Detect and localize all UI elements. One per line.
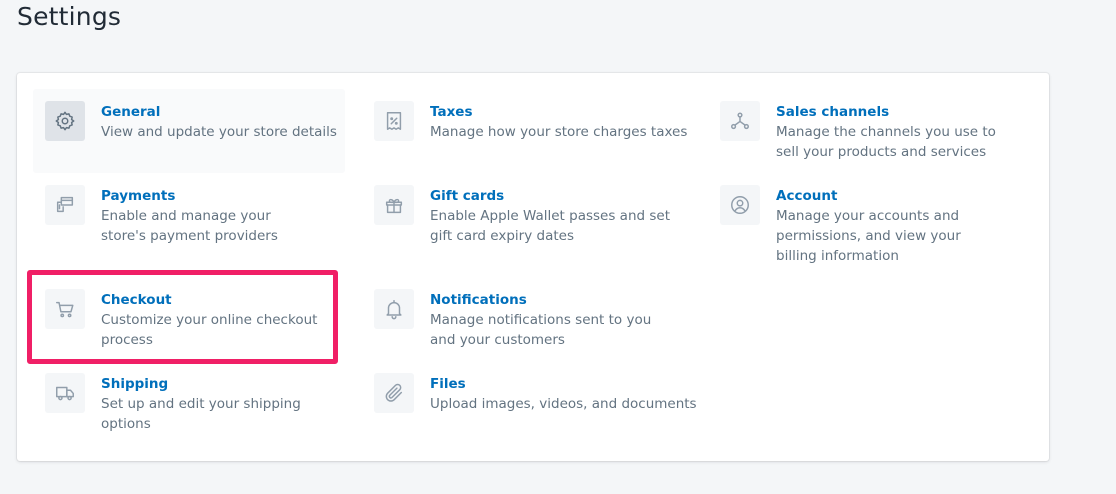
gift-icon [374,185,414,225]
settings-item-checkout[interactable]: Checkout Customize your online checkout … [33,277,345,361]
channels-icon [720,101,760,141]
settings-item-gift-cards[interactable]: Gift cards Enable Apple Wallet passes an… [362,173,692,277]
item-title: Shipping [101,376,169,392]
item-description: Enable and manage your store's payment p… [101,208,278,244]
truck-icon [45,373,85,413]
receipt-percent-icon [374,101,414,141]
item-title: Files [430,376,466,392]
payments-icon [45,185,85,225]
cart-icon [45,289,85,329]
gear-icon [45,101,85,141]
item-title: Checkout [101,292,172,308]
item-description: Enable Apple Wallet passes and set gift … [430,208,671,244]
item-title: General [101,104,161,120]
item-title: Notifications [430,292,527,308]
bell-icon [374,289,414,329]
settings-item-payments[interactable]: Payments Enable and manage your store's … [33,173,345,277]
settings-card: General View and update your store detai… [17,73,1049,461]
settings-item-sales-channels[interactable]: Sales channels Manage the channels you u… [708,89,1038,173]
item-title: Taxes [430,104,473,120]
item-description: Manage your accounts and permissions, an… [776,208,961,264]
item-description: Customize your online checkout process [101,312,318,348]
item-title: Payments [101,188,176,204]
item-description: Set up and edit your shipping options [101,396,301,432]
item-description: Manage notifications sent to you and you… [430,312,652,348]
item-title: Account [776,188,838,204]
item-description: View and update your store details [101,124,337,140]
settings-item-taxes[interactable]: Taxes Manage how your store charges taxe… [362,89,692,173]
profile-icon [720,185,760,225]
page-title: Settings [17,2,122,31]
settings-item-account[interactable]: Account Manage your accounts and permiss… [708,173,1038,277]
item-description: Manage the channels you use to sell your… [776,124,996,160]
settings-item-general[interactable]: General View and update your store detai… [33,89,345,173]
settings-item-shipping[interactable]: Shipping Set up and edit your shipping o… [33,361,345,445]
settings-item-files[interactable]: Files Upload images, videos, and documen… [362,361,697,445]
item-description: Upload images, videos, and documents [430,396,697,412]
item-title: Sales channels [776,104,890,120]
item-description: Manage how your store charges taxes [430,124,688,140]
item-title: Gift cards [430,188,505,204]
settings-item-notifications[interactable]: Notifications Manage notifications sent … [362,277,692,361]
paperclip-icon [374,373,414,413]
